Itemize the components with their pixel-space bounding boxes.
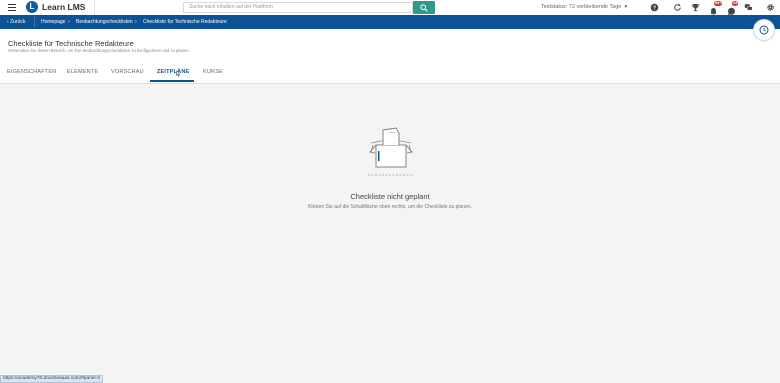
breadcrumb-homepage[interactable]: Homepage <box>41 19 65 25</box>
search-button[interactable] <box>413 1 435 14</box>
tab-properties[interactable]: EIGENSCHAFTEN <box>7 69 56 75</box>
messages-badge: 13 <box>732 1 739 6</box>
search-icon <box>420 4 428 12</box>
tab-preview[interactable]: VORSCHAU <box>111 69 144 75</box>
empty-state-text: Klicken Sie auf die Schaltfläche oben re… <box>308 204 472 210</box>
trial-status-text: Teststatus: 72 verbleibende Tage <box>541 4 622 10</box>
notifications-button[interactable]: 99+ <box>709 1 723 16</box>
empty-state-title: Checkliste nicht geplant <box>350 192 430 201</box>
clock-icon <box>759 25 769 35</box>
sync-icon[interactable] <box>673 3 682 12</box>
back-link[interactable]: ‹ Zurück <box>7 19 25 25</box>
schedule-button[interactable] <box>753 19 775 41</box>
page-header: Checkliste für Technische Redakteure Ver… <box>0 29 780 84</box>
search-input[interactable]: Suche nach Inhalten auf der Plattform <box>183 2 413 13</box>
menu-icon[interactable] <box>8 4 16 11</box>
trophy-icon[interactable] <box>691 3 700 12</box>
settings-gear-icon[interactable] <box>766 3 775 12</box>
active-tab-indicator <box>150 80 194 82</box>
svg-text:?: ? <box>653 5 656 11</box>
top-navigation-bar: L Learn LMS Suche nach Inhalten auf der … <box>0 0 780 16</box>
status-url: https://academy70.docebosaas.com/#panel-… <box>0 375 103 383</box>
conversations-icon[interactable] <box>744 3 753 12</box>
chevron-right-icon: › <box>135 19 137 25</box>
logo-icon[interactable]: L <box>26 1 38 13</box>
empty-box-illustration <box>368 127 414 176</box>
app-name[interactable]: Learn LMS <box>42 2 85 12</box>
help-icon[interactable]: ? <box>650 3 659 12</box>
tab-courses[interactable]: KURSE <box>203 69 223 75</box>
breadcrumb-current: Checkliste für Technische Redakteure <box>143 19 227 25</box>
divider <box>94 0 95 15</box>
breadcrumb-checklists[interactable]: Beobachtungschecklisten <box>76 19 133 25</box>
divider <box>34 17 35 27</box>
trial-status-dropdown[interactable]: Teststatus: 72 verbleibende Tage ▼ <box>541 4 628 10</box>
page-subtitle: Verwenden Sie diesen Bereich, um Ihre Be… <box>8 48 189 53</box>
chevron-right-icon: › <box>68 19 70 25</box>
messages-button[interactable]: 13 <box>727 1 739 16</box>
tab-schedules[interactable]: ZEITPLÄNE <box>157 69 189 75</box>
page-title: Checkliste für Technische Redakteure <box>8 39 134 48</box>
notifications-badge: 99+ <box>714 1 723 6</box>
tab-elements[interactable]: ELEMENTE <box>67 69 98 75</box>
caret-down-icon: ▼ <box>623 4 629 10</box>
breadcrumb: ‹ Zurück Homepage › Beobachtungschecklis… <box>0 15 780 29</box>
mouse-cursor-icon <box>176 70 181 77</box>
